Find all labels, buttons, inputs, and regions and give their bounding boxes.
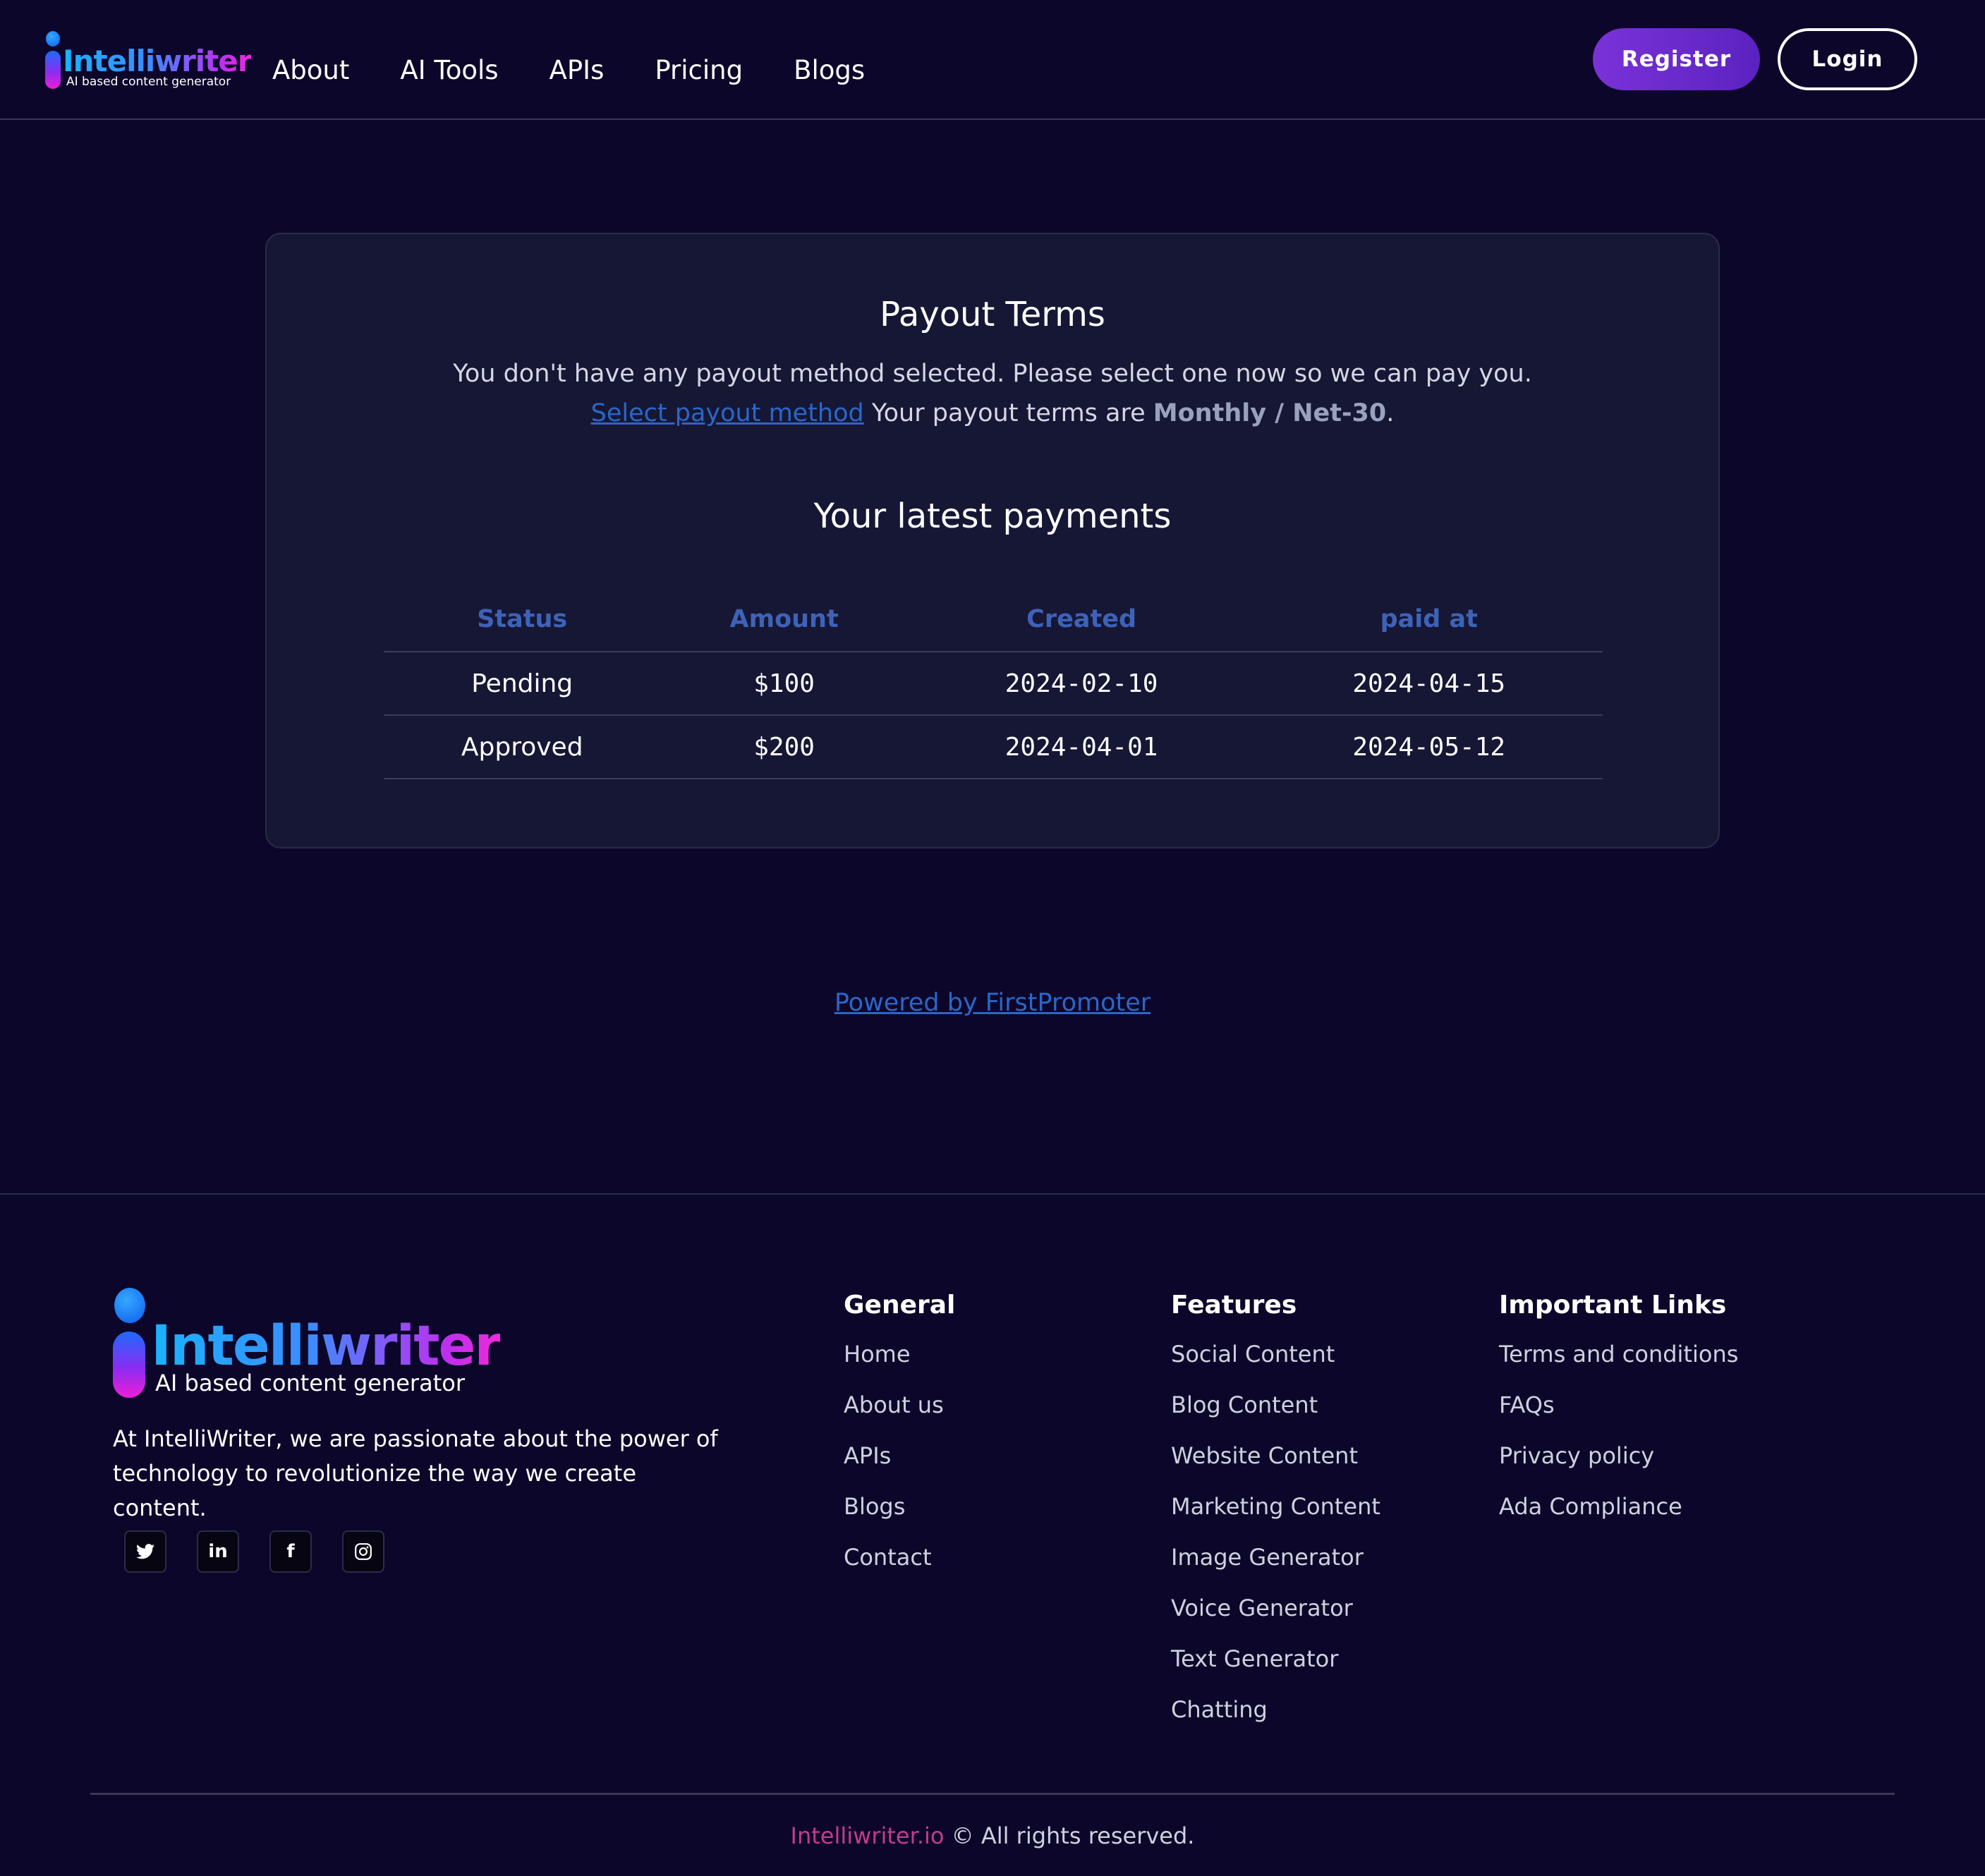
footer-logo-dot xyxy=(114,1288,145,1323)
column-paid-at: paid at xyxy=(1255,587,1603,652)
footer-link-blogs[interactable]: Blogs xyxy=(844,1493,955,1544)
footer-link-image-generator[interactable]: Image Generator xyxy=(1171,1544,1380,1595)
footer-about-text: At IntelliWriter, we are passionate abou… xyxy=(113,1425,718,1521)
powered-by-link[interactable]: Powered by FirstPromoter xyxy=(0,989,1985,1017)
footer-link-marketing-content[interactable]: Marketing Content xyxy=(1171,1493,1380,1544)
column-status: Status xyxy=(384,587,661,652)
linkedin-icon[interactable]: in xyxy=(197,1530,239,1573)
payments-table: Status Amount Created paid at Pending $1… xyxy=(384,587,1603,779)
footer-link-blog-content[interactable]: Blog Content xyxy=(1171,1391,1380,1442)
footer-divider xyxy=(0,1193,1985,1195)
social-links: in f xyxy=(124,1530,415,1573)
footer-link-faqs[interactable]: FAQs xyxy=(1499,1391,1738,1442)
table-header-row: Status Amount Created paid at xyxy=(384,587,1603,652)
nav-apis[interactable]: APIs xyxy=(550,55,605,85)
footer-features-title: Features xyxy=(1171,1291,1297,1320)
select-payout-method-link[interactable]: Select payout method xyxy=(591,399,864,427)
footer-logo[interactable]: Intelliwriter AI based content generator xyxy=(113,1285,502,1398)
cell-amount: $100 xyxy=(660,652,908,716)
nav-pricing[interactable]: Pricing xyxy=(655,55,743,85)
footer-link-terms[interactable]: Terms and conditions xyxy=(1499,1341,1738,1391)
register-button[interactable]: Register xyxy=(1593,28,1760,90)
logo-dot xyxy=(46,31,60,47)
column-created: Created xyxy=(907,587,1256,652)
copyright: Intelliwriter.io © All rights reserved. xyxy=(0,1822,1985,1849)
cell-created: 2024-02-10 xyxy=(907,652,1256,716)
payout-card: Payout Terms You don't have any payout m… xyxy=(265,233,1720,848)
footer-link-social-content[interactable]: Social Content xyxy=(1171,1341,1380,1391)
table-row: Pending $100 2024-02-10 2024-04-15 xyxy=(384,652,1603,716)
footer-link-about-us[interactable]: About us xyxy=(844,1391,955,1442)
logo-tagline: AI based content generator xyxy=(66,75,231,89)
footer-link-contact[interactable]: Contact xyxy=(844,1544,955,1595)
footer-logo-pill xyxy=(113,1332,145,1398)
payout-terms-suffix: . xyxy=(1386,399,1395,427)
footer-link-apis[interactable]: APIs xyxy=(844,1442,955,1493)
footer-link-website-content[interactable]: Website Content xyxy=(1171,1442,1380,1493)
cell-created: 2024-04-01 xyxy=(907,715,1256,779)
column-amount: Amount xyxy=(660,587,908,652)
footer-bottom-divider xyxy=(90,1793,1895,1795)
nav-about[interactable]: About xyxy=(272,55,349,85)
footer-general-title: General xyxy=(844,1291,956,1320)
footer-column-important-links: Important Links Terms and conditions FAQ… xyxy=(1499,1291,1738,1544)
twitter-glyph xyxy=(136,1544,154,1559)
nav-ai-tools[interactable]: AI Tools xyxy=(400,55,498,85)
cell-paid-at: 2024-05-12 xyxy=(1255,715,1603,779)
logo-pill xyxy=(45,51,61,89)
footer-logo-wordmark: Intelliwriter xyxy=(151,1315,502,1378)
table-row: Approved $200 2024-04-01 2024-05-12 xyxy=(384,715,1603,779)
cell-amount: $200 xyxy=(660,715,908,779)
payout-terms-value: Monthly / Net-30 xyxy=(1153,399,1387,427)
site-logo[interactable]: Intelliwriter AI based content generator xyxy=(42,28,252,92)
footer-link-privacy[interactable]: Privacy policy xyxy=(1499,1442,1738,1493)
logo-wordmark: Intelliwriter xyxy=(63,44,252,78)
footer-column-features: Features Social Content Blog Content Web… xyxy=(1171,1291,1380,1747)
latest-payments-title: Your latest payments xyxy=(813,497,1172,536)
payout-notice: You don't have any payout method selecte… xyxy=(453,360,1532,388)
payout-terms-title: Payout Terms xyxy=(880,295,1105,334)
payout-terms-prefix: Your payout terms are xyxy=(871,399,1146,427)
instagram-glyph xyxy=(355,1543,372,1560)
footer-link-text-generator[interactable]: Text Generator xyxy=(1171,1645,1380,1696)
cell-status: Approved xyxy=(384,715,661,779)
copyright-brand-link[interactable]: Intelliwriter.io xyxy=(791,1822,945,1849)
login-button[interactable]: Login xyxy=(1778,28,1917,90)
payout-terms-line: Select payout method Your payout terms a… xyxy=(267,399,1718,427)
cell-paid-at: 2024-04-15 xyxy=(1255,652,1603,716)
footer-logo-tagline: AI based content generator xyxy=(155,1370,465,1396)
site-header: Intelliwriter AI based content generator… xyxy=(0,0,1985,120)
footer-column-general: General Home About us APIs Blogs Contact xyxy=(844,1291,955,1595)
footer-link-ada[interactable]: Ada Compliance xyxy=(1499,1493,1738,1544)
footer-link-voice-generator[interactable]: Voice Generator xyxy=(1171,1595,1380,1645)
nav-blogs[interactable]: Blogs xyxy=(794,55,865,85)
copyright-text: © All rights reserved. xyxy=(951,1822,1195,1849)
footer-link-home[interactable]: Home xyxy=(844,1341,955,1391)
main-nav: About AI Tools APIs Pricing Blogs xyxy=(272,55,916,85)
footer-link-chatting[interactable]: Chatting xyxy=(1171,1696,1380,1747)
twitter-icon[interactable] xyxy=(124,1530,166,1573)
instagram-icon[interactable] xyxy=(342,1530,384,1573)
cell-status: Pending xyxy=(384,652,661,716)
footer-links-title: Important Links xyxy=(1499,1291,1727,1320)
facebook-icon[interactable]: f xyxy=(269,1530,312,1573)
